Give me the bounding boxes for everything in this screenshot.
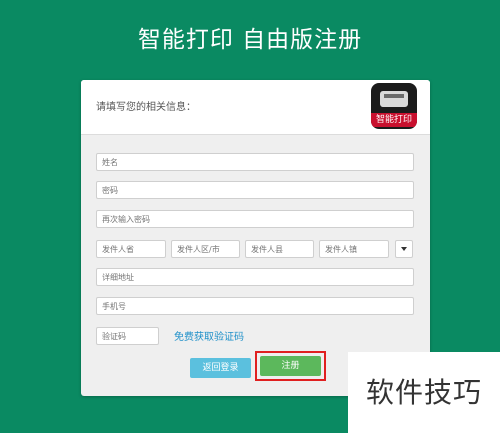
county-field[interactable] [245, 240, 314, 258]
confirm-password-field[interactable] [96, 210, 414, 228]
registration-card: 请填写您的相关信息： 智能打印 [81, 80, 430, 396]
register-highlight-box [255, 351, 326, 381]
address-field[interactable] [96, 268, 414, 286]
watermark: 软件技巧 [348, 352, 500, 433]
app-logo: 智能打印 [371, 83, 417, 129]
captcha-field[interactable] [96, 327, 159, 345]
page-title: 智能打印 自由版注册 [137, 27, 363, 53]
chevron-down-icon [401, 247, 407, 251]
province-field[interactable] [96, 240, 166, 258]
name-field[interactable] [96, 153, 414, 171]
town-field[interactable] [319, 240, 389, 258]
region-dropdown-button[interactable] [395, 240, 413, 258]
back-to-login-button[interactable]: 返回登录 [190, 358, 251, 378]
get-sms-code-link[interactable]: 免费获取验证码 [174, 328, 244, 343]
form-subtitle: 请填写您的相关信息： [96, 102, 196, 113]
card-header: 请填写您的相关信息： 智能打印 [81, 80, 430, 135]
phone-field[interactable] [96, 297, 414, 315]
logo-text: 智能打印 [371, 113, 417, 127]
printer-slot [384, 94, 404, 98]
district-field[interactable] [171, 240, 240, 258]
password-field[interactable] [96, 181, 414, 199]
